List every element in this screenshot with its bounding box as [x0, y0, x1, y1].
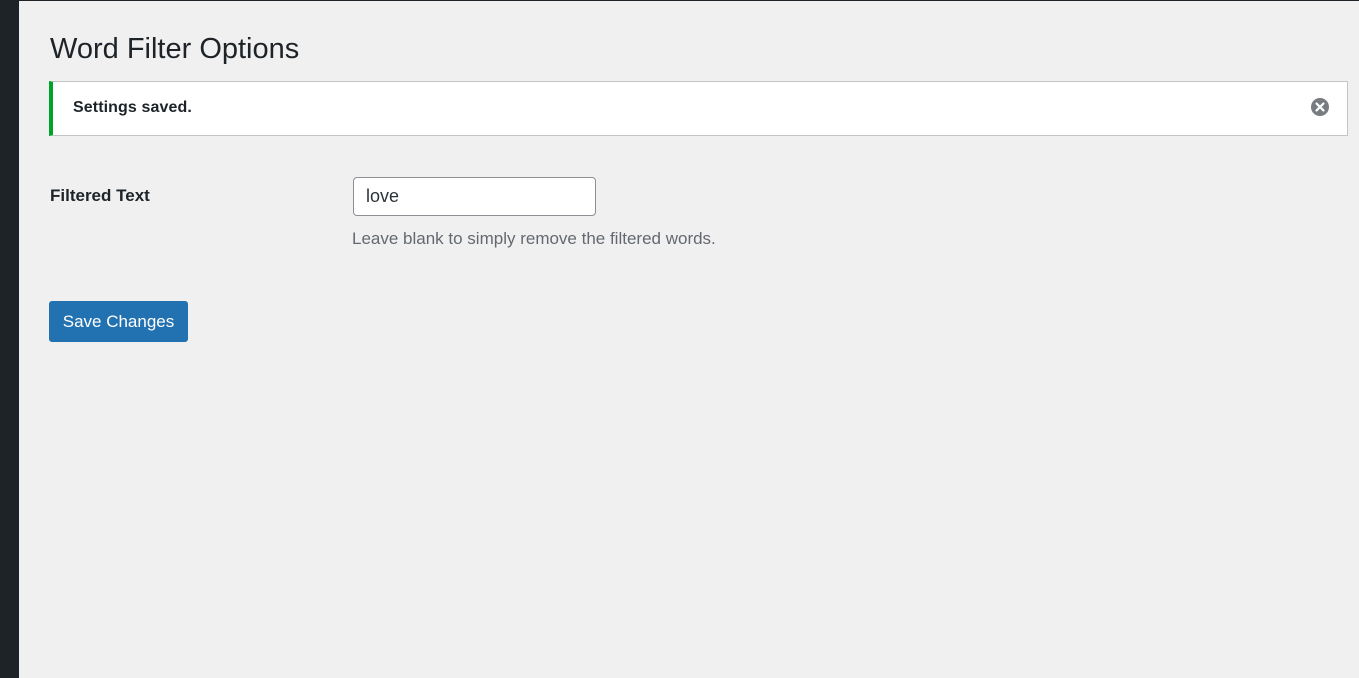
dismiss-notice-icon[interactable] [1311, 98, 1329, 116]
settings-saved-notice: Settings saved. [49, 81, 1348, 136]
save-changes-button[interactable]: Save Changes [49, 301, 188, 342]
filtered-text-input[interactable] [353, 177, 596, 216]
filtered-text-label: Filtered Text [50, 186, 150, 205]
page-title: Word Filter Options [50, 33, 300, 65]
admin-bar-edge [19, 0, 1359, 1]
filtered-text-description: Leave blank to simply remove the filtere… [352, 229, 716, 248]
admin-sidebar [0, 0, 19, 678]
notice-message: Settings saved. [73, 99, 192, 116]
